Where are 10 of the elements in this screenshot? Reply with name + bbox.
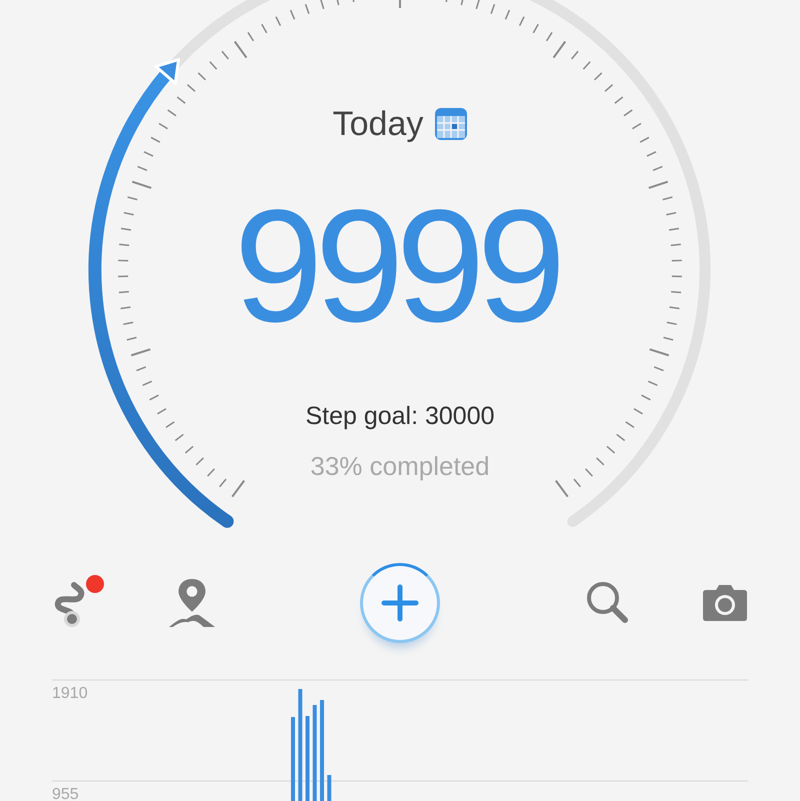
camera-icon[interactable] (702, 584, 748, 622)
plus-icon (380, 582, 420, 622)
step-count: 9999 (234, 186, 560, 346)
completion-text: 33% completed (310, 451, 490, 482)
step-goal: Step goal: 30000 (305, 402, 495, 431)
search-icon[interactable] (585, 580, 631, 626)
axis-label: 1910 (52, 685, 88, 702)
calendar-icon[interactable] (435, 108, 468, 140)
axis-label: 955 (52, 786, 79, 801)
day-title: Today (332, 104, 424, 144)
